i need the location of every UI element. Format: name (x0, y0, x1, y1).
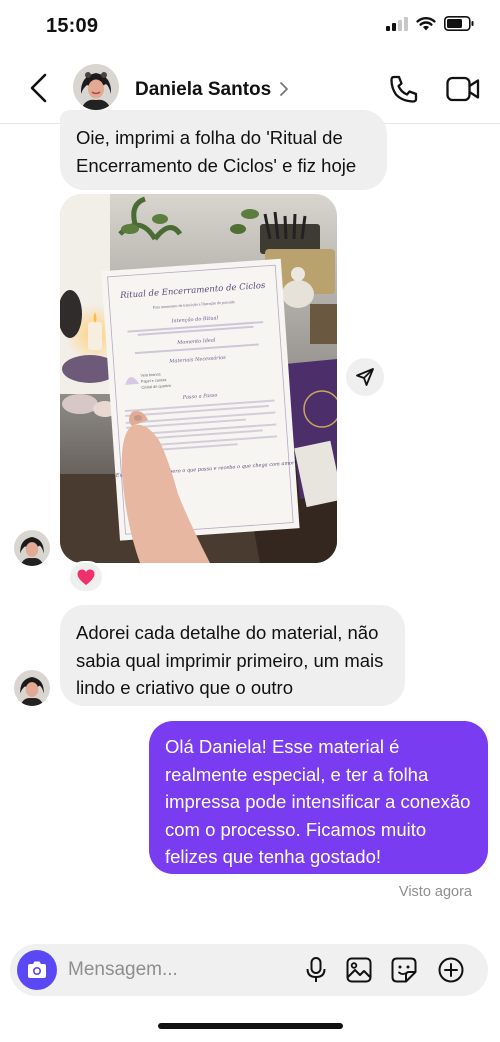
photo-ritual-sheet: Ritual de Encerramento de Ciclos Para mo… (60, 194, 337, 563)
message-text: Olá Daniela! Esse material é realmente e… (165, 736, 471, 867)
status-bar: 15:09 (0, 0, 500, 50)
share-button[interactable] (346, 358, 384, 396)
photo-message[interactable]: Ritual de Encerramento de Ciclos Para mo… (60, 194, 337, 563)
home-indicator (158, 1023, 343, 1029)
camera-icon (28, 961, 46, 978)
status-time: 15:09 (46, 15, 99, 37)
microphone-icon[interactable] (302, 956, 330, 984)
contact-name[interactable]: Daniela Santos (135, 79, 271, 101)
sticker-icon[interactable] (390, 956, 418, 984)
send-arrow-icon (356, 368, 374, 386)
chevron-right-icon[interactable] (278, 80, 290, 98)
contact-avatar-small[interactable] (14, 530, 50, 566)
message-composer (10, 944, 488, 996)
outgoing-message[interactable]: Olá Daniela! Esse material é realmente e… (149, 721, 488, 874)
back-arrow-icon[interactable] (26, 72, 54, 104)
incoming-message[interactable]: Adorei cada detalhe do material, não sab… (60, 605, 405, 706)
status-icons (386, 16, 474, 31)
incoming-message[interactable]: Oie, imprimi a folha do 'Ritual de Encer… (60, 110, 387, 190)
seen-status: Visto agora (398, 884, 472, 900)
reaction-badge[interactable] (68, 561, 104, 593)
message-text: Adorei cada detalhe do material, não sab… (76, 622, 384, 698)
video-call-icon[interactable] (446, 75, 480, 103)
contact-avatar[interactable] (73, 64, 119, 110)
heart-icon (77, 569, 95, 585)
message-text: Oie, imprimi a folha do 'Ritual de Encer… (76, 127, 357, 176)
battery-icon (444, 16, 474, 31)
add-icon[interactable] (437, 956, 465, 984)
gallery-icon[interactable] (345, 956, 373, 984)
wifi-icon (416, 17, 436, 31)
phone-call-icon[interactable] (388, 73, 420, 105)
camera-button[interactable] (17, 950, 57, 990)
message-input[interactable] (68, 952, 288, 988)
cellular-signal-icon (386, 16, 408, 31)
contact-avatar-small[interactable] (14, 670, 50, 706)
